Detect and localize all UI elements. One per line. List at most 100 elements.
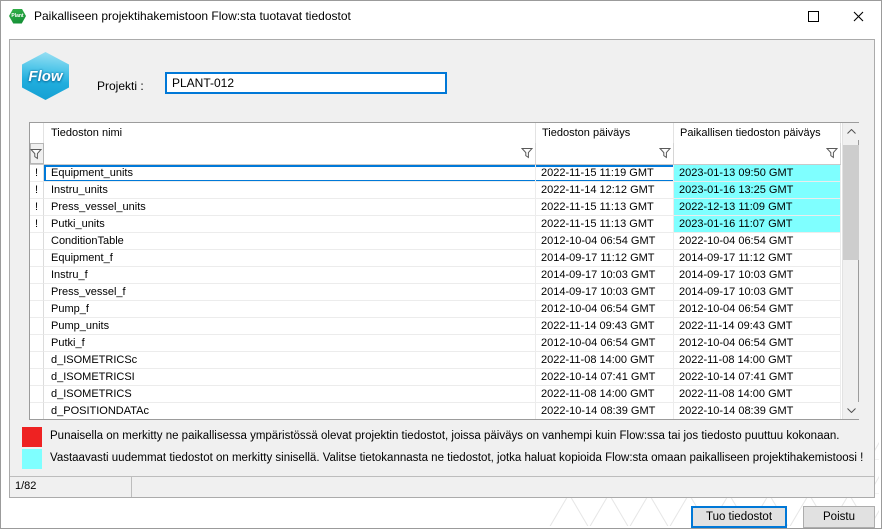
local-date-cell: 2012-10-04 06:54 GMT bbox=[674, 301, 841, 318]
window-title: Paikalliseen projektihakemistoon Flow:st… bbox=[34, 9, 351, 23]
table-row[interactable]: ! Press_vessel_units 2022-11-15 11:13 GM… bbox=[30, 199, 841, 216]
local-date-cell: 2022-10-04 06:54 GMT bbox=[674, 233, 841, 250]
table-row[interactable]: ! Instru_units 2022-11-14 12:12 GMT 2023… bbox=[30, 182, 841, 199]
project-label: Projekti : bbox=[97, 79, 144, 93]
flow-date-cell: 2014-09-17 11:12 GMT bbox=[536, 250, 674, 267]
file-name-cell: d_ISOMETRICSI bbox=[44, 369, 536, 386]
file-name-cell: Press_vessel_units bbox=[44, 199, 536, 216]
filter-funnel-icon bbox=[826, 147, 838, 159]
table-row[interactable]: d_ISOMETRICSI 2022-10-14 07:41 GMT 2022-… bbox=[30, 369, 841, 386]
flow-date-cell: 2022-10-14 07:41 GMT bbox=[536, 369, 674, 386]
local-date-cell: 2014-09-17 11:12 GMT bbox=[674, 250, 841, 267]
local-date-cell: 2022-12-13 11:09 GMT bbox=[674, 199, 841, 216]
table-row[interactable]: ! Putki_units 2022-11-15 11:13 GMT 2023-… bbox=[30, 216, 841, 233]
status-bar: 1/82 bbox=[10, 476, 874, 497]
row-body: Equipment_units 2022-11-15 11:19 GMT 202… bbox=[44, 165, 841, 182]
row-body: Pump_f 2012-10-04 06:54 GMT 2012-10-04 0… bbox=[44, 301, 841, 318]
flow-date-cell: 2022-11-08 14:00 GMT bbox=[536, 386, 674, 403]
exit-button[interactable]: Poistu bbox=[803, 506, 875, 528]
flow-logo: Flow bbox=[22, 52, 69, 100]
row-marker: ! bbox=[30, 165, 44, 182]
row-body: Instru_f 2014-09-17 10:03 GMT 2014-09-17… bbox=[44, 267, 841, 284]
column-header-flow-date[interactable]: Tiedoston päiväys bbox=[536, 123, 674, 143]
close-button[interactable] bbox=[836, 1, 881, 31]
file-name-cell: Pump_f bbox=[44, 301, 536, 318]
titlebar: Plant Paikalliseen projektihakemistoon F… bbox=[1, 1, 881, 31]
local-date-cell: 2014-09-17 10:03 GMT bbox=[674, 267, 841, 284]
filter-input-local-date[interactable] bbox=[674, 143, 841, 164]
table-row[interactable]: ConditionTable 2012-10-04 06:54 GMT 2022… bbox=[30, 233, 841, 250]
row-body: Press_vessel_units 2022-11-15 11:13 GMT … bbox=[44, 199, 841, 216]
close-icon bbox=[853, 11, 864, 22]
filter-funnel-icon bbox=[521, 147, 533, 159]
flow-date-cell: 2022-11-14 12:12 GMT bbox=[536, 182, 674, 199]
legend-cyan-text: Vastaavasti uudemmat tiedostot on merkit… bbox=[50, 452, 863, 464]
row-marker bbox=[30, 318, 44, 335]
legend-red-swatch bbox=[22, 427, 42, 447]
table-row[interactable]: ! Equipment_units 2022-11-15 11:19 GMT 2… bbox=[30, 165, 841, 182]
row-body: d_ISOMETRICS 2022-11-08 14:00 GMT 2022-1… bbox=[44, 386, 841, 403]
filter-input-flow-date[interactable] bbox=[536, 143, 674, 164]
table-row[interactable]: Putki_f 2012-10-04 06:54 GMT 2012-10-04 … bbox=[30, 335, 841, 352]
flow-date-cell: 2022-11-15 11:13 GMT bbox=[536, 199, 674, 216]
local-date-cell: 2012-10-04 06:54 GMT bbox=[674, 335, 841, 352]
row-marker bbox=[30, 335, 44, 352]
table-row[interactable]: d_ISOMETRICSc 2022-11-08 14:00 GMT 2022-… bbox=[30, 352, 841, 369]
file-name-cell: d_ISOMETRICS bbox=[44, 386, 536, 403]
row-counter: 1/82 bbox=[10, 477, 132, 497]
filter-row bbox=[30, 143, 841, 165]
flow-date-cell: 2022-10-14 08:39 GMT bbox=[536, 403, 674, 419]
file-table-header: Tiedoston nimi Tiedoston päiväys Paikall… bbox=[30, 123, 841, 143]
maximize-button[interactable] bbox=[791, 1, 836, 31]
row-body: d_POSITIONDATAc 2022-10-14 08:39 GMT 202… bbox=[44, 403, 841, 419]
local-date-cell: 2023-01-16 11:07 GMT bbox=[674, 216, 841, 233]
column-header-local-date[interactable]: Paikallisen tiedoston päiväys bbox=[674, 123, 841, 143]
vertical-scrollbar[interactable] bbox=[842, 123, 858, 419]
flow-date-cell: 2022-11-08 14:00 GMT bbox=[536, 352, 674, 369]
row-marker bbox=[30, 403, 44, 419]
row-marker bbox=[30, 369, 44, 386]
table-row[interactable]: Pump_f 2012-10-04 06:54 GMT 2012-10-04 0… bbox=[30, 301, 841, 318]
table-row[interactable]: Instru_f 2014-09-17 10:03 GMT 2014-09-17… bbox=[30, 267, 841, 284]
row-marker bbox=[30, 267, 44, 284]
file-table-grid: Tiedoston nimi Tiedoston päiväys Paikall… bbox=[30, 123, 841, 419]
column-header-marker[interactable] bbox=[30, 123, 44, 143]
main-panel: Flow Projekti : Tiedoston nimi Tiedoston… bbox=[9, 39, 875, 498]
file-name-cell: Putki_units bbox=[44, 216, 536, 233]
file-name-cell: d_POSITIONDATAc bbox=[44, 403, 536, 419]
row-marker bbox=[30, 233, 44, 250]
flow-date-cell: 2012-10-04 06:54 GMT bbox=[536, 301, 674, 318]
scroll-down-button[interactable] bbox=[843, 402, 859, 419]
legend-cyan-swatch bbox=[22, 449, 42, 469]
scrollbar-thumb[interactable] bbox=[843, 145, 859, 260]
filter-funnel-icon bbox=[659, 147, 671, 159]
row-marker bbox=[30, 250, 44, 267]
file-name-cell: Press_vessel_f bbox=[44, 284, 536, 301]
scroll-up-button[interactable] bbox=[843, 123, 859, 140]
flow-date-cell: 2022-11-15 11:13 GMT bbox=[536, 216, 674, 233]
row-marker bbox=[30, 284, 44, 301]
row-body: Pump_units 2022-11-14 09:43 GMT 2022-11-… bbox=[44, 318, 841, 335]
row-body: d_ISOMETRICSc 2022-11-08 14:00 GMT 2022-… bbox=[44, 352, 841, 369]
dialog-window: Plant Paikalliseen projektihakemistoon F… bbox=[0, 0, 882, 529]
table-row[interactable]: d_POSITIONDATAc 2022-10-14 08:39 GMT 202… bbox=[30, 403, 841, 419]
row-body: Press_vessel_f 2014-09-17 10:03 GMT 2014… bbox=[44, 284, 841, 301]
local-date-cell: 2022-11-08 14:00 GMT bbox=[674, 352, 841, 369]
table-row[interactable]: Equipment_f 2014-09-17 11:12 GMT 2014-09… bbox=[30, 250, 841, 267]
file-name-cell: Equipment_units bbox=[44, 165, 536, 182]
project-input[interactable] bbox=[165, 72, 447, 94]
row-body: Equipment_f 2014-09-17 11:12 GMT 2014-09… bbox=[44, 250, 841, 267]
filter-input-name[interactable] bbox=[44, 143, 536, 164]
table-row[interactable]: Pump_units 2022-11-14 09:43 GMT 2022-11-… bbox=[30, 318, 841, 335]
local-date-cell: 2022-11-08 14:00 GMT bbox=[674, 386, 841, 403]
table-row[interactable]: Press_vessel_f 2014-09-17 10:03 GMT 2014… bbox=[30, 284, 841, 301]
column-header-name[interactable]: Tiedoston nimi bbox=[44, 123, 536, 143]
file-table-body: ! Equipment_units 2022-11-15 11:19 GMT 2… bbox=[30, 165, 841, 419]
row-marker: ! bbox=[30, 199, 44, 216]
row-body: Putki_units 2022-11-15 11:13 GMT 2023-01… bbox=[44, 216, 841, 233]
table-row[interactable]: d_ISOMETRICS 2022-11-08 14:00 GMT 2022-1… bbox=[30, 386, 841, 403]
row-body: d_ISOMETRICSI 2022-10-14 07:41 GMT 2022-… bbox=[44, 369, 841, 386]
filter-button-marker[interactable] bbox=[30, 143, 44, 164]
import-files-button[interactable]: Tuo tiedostot bbox=[691, 506, 787, 528]
local-date-cell: 2023-01-16 13:25 GMT bbox=[674, 182, 841, 199]
